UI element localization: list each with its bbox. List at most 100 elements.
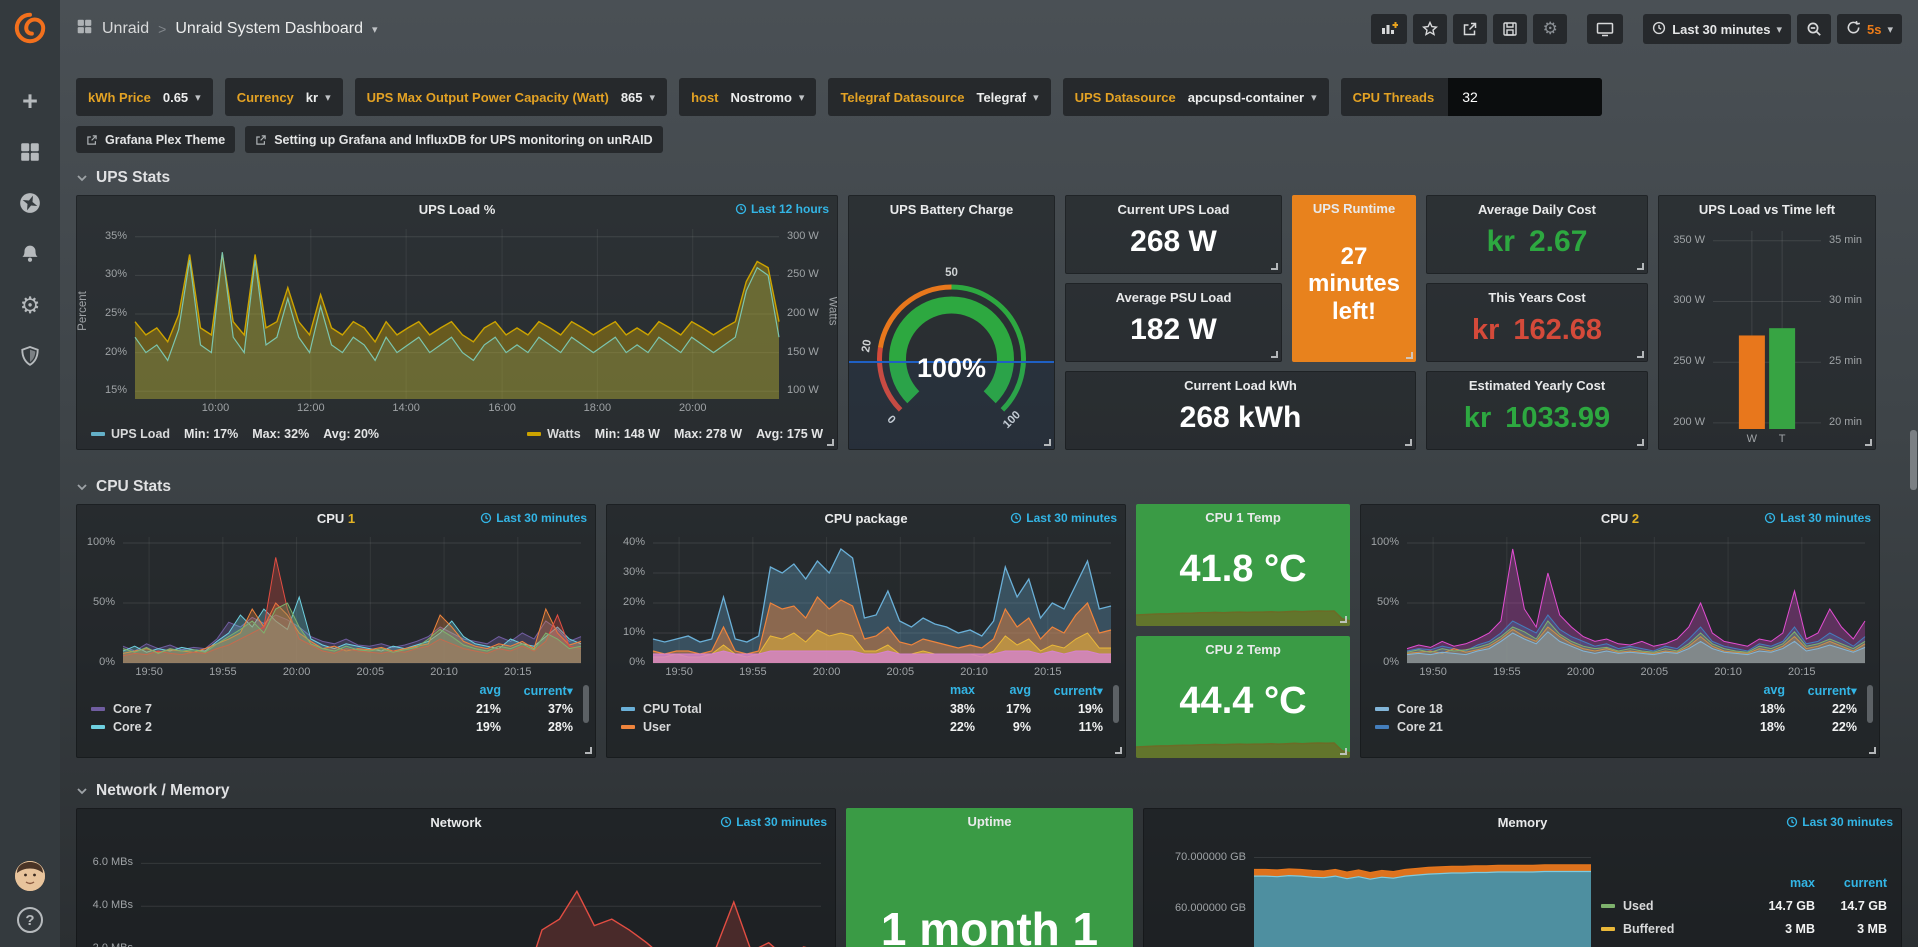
legend-swatch[interactable] <box>91 725 105 729</box>
dashboard-settings-button[interactable]: ⚙ <box>1533 14 1567 44</box>
variable-label: Currency <box>237 90 294 105</box>
cpu-package-chart[interactable]: 0%10%20%30%40%19:5019:5520:0020:0520:102… <box>607 532 1125 681</box>
variable-input[interactable] <box>1448 78 1602 116</box>
network-chart[interactable]: 2.0 MBs4.0 MBs6.0 MBs <box>77 836 835 947</box>
variable-ups-datasource[interactable]: UPS Datasourceapcupsd-container▾ <box>1063 78 1329 116</box>
panel-time-override[interactable]: Last 30 minutes <box>1786 815 1893 829</box>
legend-swatch[interactable] <box>621 707 635 711</box>
cpu2-chart[interactable]: 0%50%100%19:5019:5520:0020:0520:1020:15 <box>1361 532 1879 681</box>
help-icon[interactable]: ? <box>17 907 43 933</box>
variable-cpu-threads[interactable]: CPU Threads <box>1341 78 1603 116</box>
time-range-picker[interactable]: Last 30 minutes ▾ <box>1643 14 1791 44</box>
legend-swatch[interactable] <box>1375 707 1389 711</box>
zoom-out-button[interactable] <box>1797 14 1831 44</box>
legend-swatch[interactable] <box>1601 927 1615 931</box>
variable-value[interactable]: apcupsd-container▾ <box>1188 90 1317 105</box>
panel-resize-handle[interactable] <box>1271 263 1278 270</box>
panel-resize-handle[interactable] <box>585 747 592 754</box>
save-button[interactable] <box>1493 14 1527 44</box>
legend-sort-current[interactable]: current▾ <box>1785 683 1857 698</box>
alerting-bell-icon[interactable] <box>17 241 43 267</box>
legend-scrollbar[interactable] <box>583 685 589 723</box>
variable-value[interactable]: 0.65▾ <box>163 90 201 105</box>
variable-value[interactable]: Nostromo▾ <box>731 90 805 105</box>
create-plus-icon[interactable]: + <box>17 88 43 114</box>
legend-sort-avg[interactable]: avg <box>975 683 1031 698</box>
grafana-logo-icon[interactable] <box>10 8 50 48</box>
variable-kwh-price[interactable]: kWh Price0.65▾ <box>76 78 213 116</box>
dashboard-grid-icon[interactable] <box>76 18 93 40</box>
legend-swatch[interactable] <box>1375 725 1389 729</box>
variable-value[interactable]: Telegraf▾ <box>976 90 1038 105</box>
legend-swatch[interactable] <box>1601 904 1615 908</box>
section-network-memory[interactable]: Network / Memory <box>76 782 1902 800</box>
panel-time-override[interactable]: Last 30 minutes <box>480 511 587 525</box>
legend-sort-current[interactable]: current <box>1815 876 1887 890</box>
panel-resize-handle[interactable] <box>1865 439 1872 446</box>
panel-resize-handle[interactable] <box>1406 352 1413 359</box>
panel-time-override[interactable]: Last 12 hours <box>735 202 829 216</box>
chevron-down-icon[interactable]: ▾ <box>372 23 378 36</box>
star-button[interactable] <box>1413 14 1447 44</box>
add-panel-button[interactable] <box>1371 14 1407 44</box>
panel-resize-handle[interactable] <box>1869 747 1876 754</box>
dashboards-icon[interactable] <box>17 139 43 165</box>
variable-value[interactable]: kr▾ <box>306 90 331 105</box>
panel-resize-handle[interactable] <box>1115 747 1122 754</box>
panel-resize-handle[interactable] <box>1340 748 1347 755</box>
legend-scrollbar[interactable] <box>1867 685 1873 723</box>
panel-time-override[interactable]: Last 30 minutes <box>1010 511 1117 525</box>
ups-bar-chart[interactable]: 200 W20 min250 W25 min300 W30 min350 W35… <box>1659 223 1875 449</box>
variable-host[interactable]: hostNostromo▾ <box>679 78 816 116</box>
ups-load-chart[interactable]: 15%100 W20%150 W25%200 W30%250 W35%300 W… <box>77 223 837 419</box>
panel-resize-handle[interactable] <box>1637 439 1644 446</box>
panel-title[interactable]: UPS Battery Charge <box>890 202 1014 217</box>
panel-resize-handle[interactable] <box>1405 439 1412 446</box>
panel-resize-handle[interactable] <box>1637 263 1644 270</box>
panel-resize-handle[interactable] <box>1340 616 1347 623</box>
breadcrumb-app[interactable]: Unraid <box>102 20 149 38</box>
dashboard-link[interactable]: Setting up Grafana and InfluxDB for UPS … <box>245 126 662 153</box>
section-cpu-stats[interactable]: CPU Stats <box>76 478 1902 496</box>
panel-resize-handle[interactable] <box>827 439 834 446</box>
legend-swatch[interactable] <box>621 725 635 729</box>
legend-swatch[interactable] <box>527 432 541 436</box>
panel-title[interactable]: UPS Load % <box>419 202 496 217</box>
legend-swatch[interactable] <box>91 707 105 711</box>
page-scrollbar[interactable] <box>1910 430 1917 490</box>
configuration-gear-icon[interactable]: ⚙ <box>17 292 43 318</box>
explore-compass-icon[interactable] <box>17 190 43 216</box>
variable-ups-max-output-power-capacity-watt[interactable]: UPS Max Output Power Capacity (Watt)865▾ <box>355 78 667 116</box>
panel-title[interactable]: CPU 2 <box>1601 511 1639 526</box>
share-button[interactable] <box>1453 14 1487 44</box>
chevron-down-icon: ▾ <box>650 91 656 104</box>
legend-sort-current[interactable]: current▾ <box>501 683 573 698</box>
panel-resize-handle[interactable] <box>1271 351 1278 358</box>
legend-sort-max[interactable]: max <box>1743 876 1815 890</box>
variable-currency[interactable]: Currency kr▾ <box>225 78 343 116</box>
panel-time-override[interactable]: Last 30 minutes <box>720 815 827 829</box>
panel-time-override[interactable]: Last 30 minutes <box>1764 511 1871 525</box>
legend-sort-avg[interactable]: avg <box>443 683 501 698</box>
panel-title[interactable]: CPU 1 <box>317 511 355 526</box>
panel-resize-handle[interactable] <box>1044 439 1051 446</box>
variable-value[interactable]: 865▾ <box>621 90 655 105</box>
user-avatar[interactable] <box>15 861 45 891</box>
page-title[interactable]: Unraid System Dashboard <box>175 20 363 38</box>
panel-title[interactable]: CPU package <box>824 511 907 526</box>
legend-sort-current[interactable]: current▾ <box>1031 683 1103 698</box>
variable-telegraf-datasource[interactable]: Telegraf DatasourceTelegraf▾ <box>828 78 1050 116</box>
legend-scrollbar[interactable] <box>1113 685 1119 723</box>
variable-input-field[interactable] <box>1460 88 1590 106</box>
server-admin-shield-icon[interactable] <box>17 343 43 369</box>
dashboard-link[interactable]: Grafana Plex Theme <box>76 126 235 153</box>
legend-swatch[interactable] <box>91 432 105 436</box>
section-ups-stats[interactable]: UPS Stats <box>76 169 1902 187</box>
legend-sort-max[interactable]: max <box>919 683 975 698</box>
legend-sort-avg[interactable]: avg <box>1727 683 1785 698</box>
cycle-view-tv-button[interactable] <box>1587 14 1623 44</box>
panel-resize-handle[interactable] <box>1637 351 1644 358</box>
cpu1-chart[interactable]: 0%50%100%19:5019:5520:0020:0520:1020:15 <box>77 532 595 681</box>
refresh-button[interactable]: 5s ▾ <box>1837 14 1902 44</box>
dashboard-links-row: Grafana Plex Theme Setting up Grafana and… <box>76 126 1902 153</box>
